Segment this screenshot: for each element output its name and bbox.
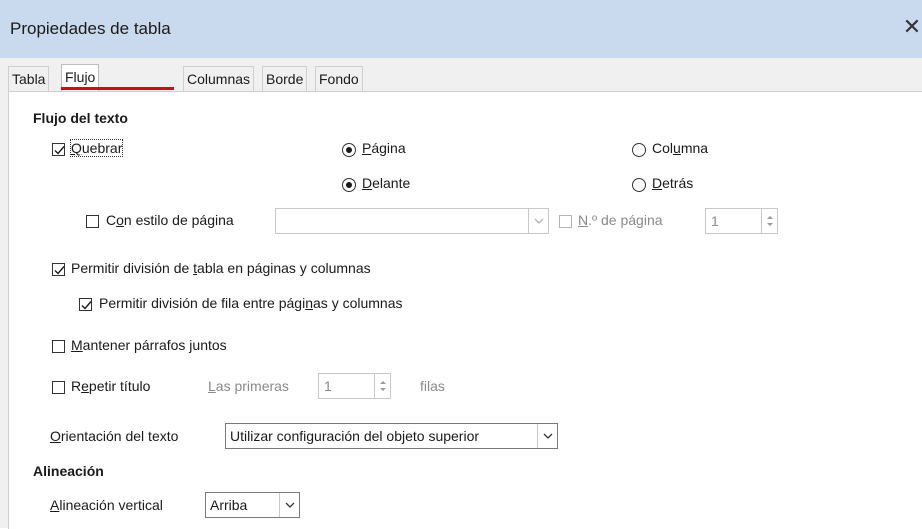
repeat-heading-checkbox[interactable] [52, 381, 65, 394]
text-orientation-select[interactable]: Utilizar configuración del objeto superi… [225, 423, 558, 449]
spinner-buttons[interactable] [374, 374, 390, 398]
check-icon [54, 266, 65, 275]
window-title: Propiedades de tabla [10, 19, 171, 38]
first-rows-spinner[interactable]: 1 [318, 373, 391, 399]
chevron-down-icon [528, 209, 548, 233]
tab-borde[interactable]: Borde [262, 66, 308, 91]
before-radio-label[interactable]: Delante [362, 175, 410, 191]
column-radio-label[interactable]: Columna [652, 140, 708, 156]
chevron-down-icon [537, 424, 557, 448]
page-style-select[interactable] [275, 208, 549, 234]
page-style-label[interactable]: Con estilo de página [106, 212, 234, 228]
allow-row-split-label[interactable]: Permitir división de fila entre páginas … [99, 295, 403, 311]
vertical-alignment-value: Arriba [210, 497, 248, 513]
page-number-spinner[interactable]: 1 [705, 208, 778, 234]
after-radio-label[interactable]: Detrás [652, 175, 693, 191]
spin-down-icon [380, 388, 386, 391]
chevron-down-icon [279, 493, 299, 517]
page-radio-label[interactable]: Página [362, 140, 406, 156]
page-number-checkbox[interactable] [559, 215, 572, 228]
keep-with-next-label[interactable]: Mantener párrafos juntos [71, 337, 227, 353]
dialog-body: Tabla Flujo del texto Columnas Borde Fon… [0, 58, 922, 529]
column-radio[interactable] [632, 143, 646, 157]
first-rows-suffix: filas [420, 378, 445, 394]
first-rows-label: Las primeras [208, 378, 289, 394]
spin-down-icon [767, 223, 773, 226]
radio-selected-dot [346, 147, 352, 153]
vertical-alignment-label: Alineación vertical [50, 497, 163, 513]
title-bar: Propiedades de tabla ✕ [0, 0, 922, 58]
tab-columnas[interactable]: Columnas [183, 66, 255, 91]
page-number-value: 1 [711, 213, 719, 229]
keep-with-next-checkbox[interactable] [52, 340, 65, 353]
after-radio[interactable] [632, 178, 646, 192]
page-radio[interactable] [342, 143, 356, 157]
repeat-heading-label[interactable]: Repetir título [71, 378, 150, 394]
tab-tabla[interactable]: Tabla [8, 66, 50, 91]
spin-up-icon [380, 381, 386, 384]
tab-panel-text-flow: Flujo del texto Quebrar Página Columna D… [8, 91, 922, 529]
check-icon [54, 146, 65, 155]
text-orientation-value: Utilizar configuración del objeto superi… [230, 428, 480, 444]
break-checkbox[interactable] [52, 143, 65, 156]
allow-table-split-label[interactable]: Permitir división de tabla en páginas y … [71, 260, 371, 276]
vertical-alignment-select[interactable]: Arriba [205, 492, 300, 518]
page-number-label: N.º de página [578, 212, 663, 228]
spin-up-icon [767, 216, 773, 219]
page-style-checkbox[interactable] [86, 215, 99, 228]
before-radio[interactable] [342, 178, 356, 192]
first-rows-value: 1 [324, 378, 332, 394]
section-title-alignment: Alineación [33, 463, 104, 479]
section-title-text-flow: Flujo del texto [33, 110, 128, 126]
check-icon [81, 301, 92, 310]
break-label[interactable]: Quebrar [69, 139, 124, 157]
allow-table-split-checkbox[interactable] [52, 263, 65, 276]
spinner-buttons[interactable] [761, 209, 777, 233]
active-tab-indicator [61, 87, 174, 90]
tab-fondo[interactable]: Fondo [315, 66, 363, 91]
radio-selected-dot [346, 182, 352, 188]
close-icon[interactable]: ✕ [902, 14, 922, 40]
text-orientation-label: Orientación del texto [50, 428, 179, 444]
allow-row-split-checkbox[interactable] [79, 298, 92, 311]
